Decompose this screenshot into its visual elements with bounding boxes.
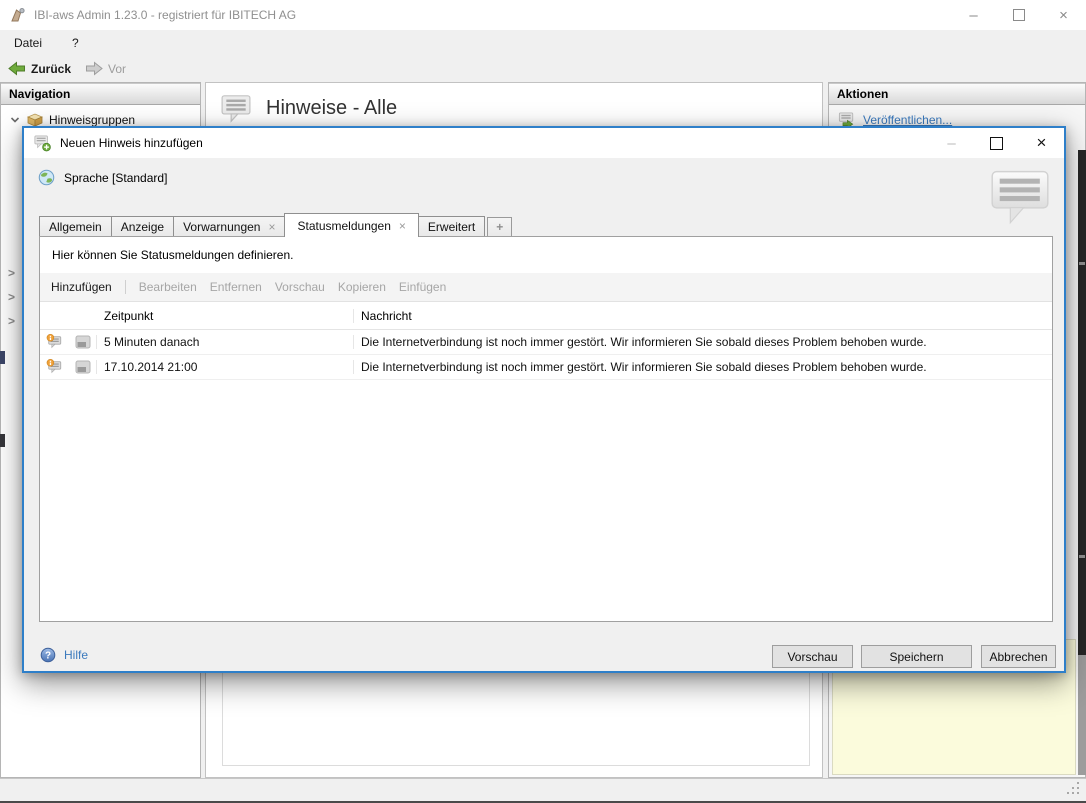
page-title: Hinweise - Alle [266,97,397,120]
table-header: Zeitpunkt Nachricht [40,302,1052,330]
language-selector[interactable]: Sprache [Standard] [38,169,167,186]
dialog-maximize-icon [990,137,1003,150]
main-titlebar: IBI-aws Admin 1.23.0 - registriert für I… [0,0,1086,30]
add-notice-dialog: Neuen Hinweis hinzufügen – × Sprache [St… [22,126,1066,673]
tab-label: Vorwarnungen [183,220,260,234]
tab-label: Allgemein [49,220,102,234]
back-arrow-icon [8,61,26,76]
status-bar [0,778,1086,801]
menu-help[interactable]: ? [72,36,79,50]
speech-bubble-icon [220,94,252,123]
paste-button: Einfügen [399,280,446,294]
dialog-tabs: Allgemein Anzeige Vorwarnungen × Statusm… [39,212,512,236]
row-time: 5 Minuten danach [97,335,354,349]
help-icon: ? [40,647,56,663]
language-label: Sprache [Standard] [64,171,167,185]
maximize-button[interactable] [996,0,1041,30]
speichern-button[interactable]: Speichern [861,645,972,668]
add-tab-button[interactable]: + [487,217,512,236]
resize-grip[interactable] [1077,792,1079,794]
dialog-maximize-button[interactable] [974,128,1019,158]
tab-erweitert[interactable]: Erweitert [418,216,485,236]
actions-header: Aktionen [829,83,1085,105]
toolbar-separator [125,280,126,294]
dialog-titlebar: Neuen Hinweis hinzufügen – × [24,128,1064,158]
add-button[interactable]: Hinzufügen [51,280,112,294]
table-row[interactable]: 5 Minuten danach Die Internetverbindung … [40,330,1052,355]
help-label[interactable]: Hilfe [64,648,88,662]
chevron-right-icon[interactable]: > [8,290,15,304]
large-speech-bubble-icon [987,168,1053,226]
row-time: 17.10.2014 21:00 [97,360,354,374]
right-edge-strip [1078,150,1086,655]
display-icon [75,335,91,349]
window-title: IBI-aws Admin 1.23.0 - registriert für I… [34,0,296,30]
scroll-mark [1079,262,1085,265]
dialog-minimize-button: – [929,128,974,158]
row-message: Die Internetverbindung ist noch immer ge… [354,335,1052,349]
display-icon [75,360,91,374]
maximize-icon [1013,9,1025,21]
minimize-button[interactable]: – [951,0,996,30]
back-label: Zurück [31,62,71,76]
publish-link[interactable]: Veröffentlichen... [863,113,952,127]
close-button[interactable]: × [1041,0,1086,30]
chevron-down-icon[interactable] [9,114,21,126]
tab-allgemein[interactable]: Allgemein [39,216,112,236]
remove-button: Entfernen [210,280,262,294]
forward-label: Vor [108,62,126,76]
globe-icon [38,169,55,186]
app-icon [10,7,26,23]
chevron-right-icon[interactable]: > [8,314,15,328]
navigation-header: Navigation [1,83,200,105]
tab-close-icon[interactable]: × [268,221,275,233]
edit-button: Bearbeiten [139,280,197,294]
right-edge-strip-lower [1078,655,1086,775]
copy-button: Kopieren [338,280,386,294]
window-controls: – × [951,0,1086,30]
dialog-title: Neuen Hinweis hinzufügen [60,136,203,150]
dialog-window-controls: – × [929,128,1064,158]
menubar: Datei ? [0,30,1086,55]
row-message: Die Internetverbindung ist noch immer ge… [354,360,1052,374]
tab-statusmeldungen[interactable]: Statusmeldungen × [284,213,418,237]
column-header-nachricht[interactable]: Nachricht [354,309,1052,323]
tab-anzeige[interactable]: Anzeige [111,216,174,236]
panel-description: Hier können Sie Statusmeldungen definier… [52,248,294,262]
back-button[interactable]: Zurück [8,61,71,76]
tree-item-label: Hinweisgruppen [49,113,135,127]
scroll-mark [1079,555,1085,558]
statusmeldungen-panel: Hier können Sie Statusmeldungen definier… [39,236,1053,622]
preview-button: Vorschau [275,280,325,294]
add-notice-icon [34,135,51,152]
content-header: Hinweise - Alle [206,83,822,123]
abbrechen-button[interactable]: Abbrechen [981,645,1056,668]
menu-datei[interactable]: Datei [14,36,42,50]
forward-button[interactable]: Vor [85,61,126,76]
status-message-table: Zeitpunkt Nachricht [40,302,1052,380]
column-header-zeitpunkt[interactable]: Zeitpunkt [97,309,354,323]
tab-label: Anzeige [121,220,164,234]
history-toolbar: Zurück Vor [0,55,1086,82]
svg-text:?: ? [45,651,51,662]
tab-close-icon[interactable]: × [399,220,406,232]
tab-label: Statusmeldungen [297,219,390,233]
tree-icon-fragment [0,351,5,364]
chevron-right-icon[interactable]: > [8,266,15,280]
status-message-icon [46,334,63,350]
tab-label: Erweitert [428,220,475,234]
list-toolbar: Hinzufügen Bearbeiten Entfernen Vorschau… [40,273,1052,302]
tab-vorwarnungen[interactable]: Vorwarnungen × [173,216,285,236]
dialog-close-button[interactable]: × [1019,128,1064,158]
table-row[interactable]: 17.10.2014 21:00 Die Internetverbindung … [40,355,1052,380]
forward-arrow-icon [85,61,103,76]
app-window: IBI-aws Admin 1.23.0 - registriert für I… [0,0,1086,803]
tree-icon-fragment [0,434,5,447]
status-message-icon [46,359,63,375]
help-link[interactable]: ? Hilfe [40,647,88,663]
vorschau-button[interactable]: Vorschau [772,645,853,668]
publish-action[interactable]: Veröffentlichen... [829,105,1085,128]
